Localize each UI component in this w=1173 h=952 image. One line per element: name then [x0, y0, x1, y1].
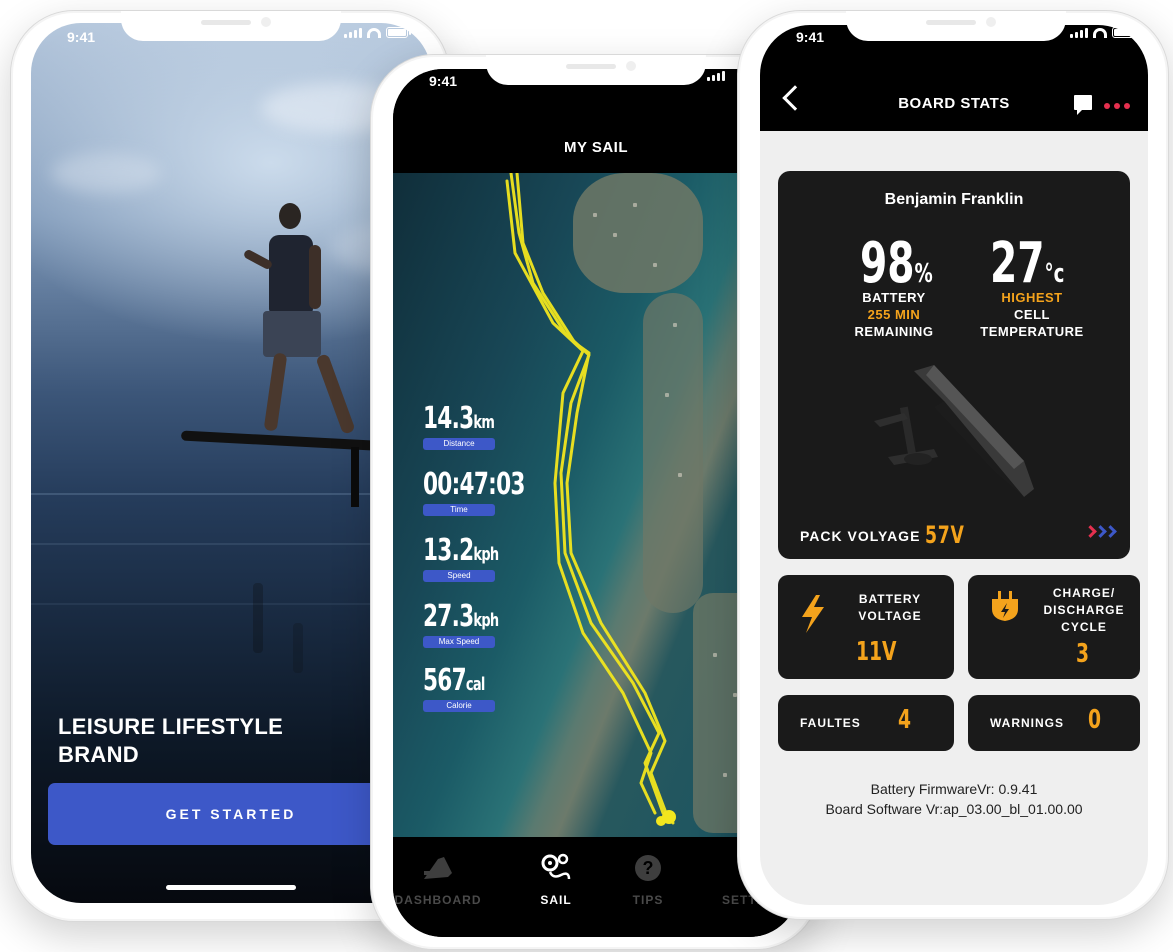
board-reflection — [253, 583, 263, 653]
stat-unit: kph — [473, 610, 499, 631]
more-menu-icon[interactable] — [1104, 103, 1130, 109]
home-indicator — [166, 885, 296, 890]
question-icon: ? — [603, 851, 693, 885]
signal-icon — [1070, 28, 1088, 38]
temperature-caption: HIGHEST CELL TEMPERATURE — [980, 290, 1084, 339]
battery-voltage-label: BATTERY VOLTAGE — [858, 592, 922, 623]
board-reflection — [293, 623, 303, 673]
stat-value: 14.3 — [423, 401, 474, 436]
plug-icon — [992, 591, 1018, 621]
battery-percent: 98% — [860, 231, 933, 296]
owner-name: Benjamin Franklin — [884, 191, 1024, 208]
warnings-card[interactable]: WARNINGS 0 — [968, 695, 1140, 751]
board-stats-screen: BOARD STATS Benjamin Franklin 98% BATTER… — [760, 25, 1148, 905]
cell-temperature: 27°c — [990, 231, 1065, 296]
signal-icon — [344, 28, 362, 38]
firmware-info: Battery FirmwareVr: 0.9.41 Board Softwar… — [825, 781, 1083, 817]
charge-cycle-value: 3 — [1076, 639, 1090, 669]
stat-value: 00:47:03 — [423, 467, 525, 502]
status-icons — [707, 71, 725, 81]
warnings-value: 0 — [1088, 705, 1102, 735]
stat-unit: kph — [473, 544, 499, 565]
board-stats-phone: BOARD STATS Benjamin Franklin 98% BATTER… — [737, 10, 1169, 920]
status-time: 9:41 — [429, 73, 458, 89]
battery-status-icon — [386, 27, 411, 38]
tab-label: DASHBOARD — [394, 893, 482, 907]
stat-value: 27.3 — [423, 599, 474, 634]
status-time: 9:41 — [67, 29, 96, 45]
route-pin-icon — [511, 851, 601, 885]
battery-caption: BATTERY 255 MIN REMAINING — [854, 290, 934, 339]
status-icons — [1070, 27, 1137, 38]
tab-sail[interactable]: SAIL — [511, 851, 601, 907]
tab-label: SAIL — [540, 893, 572, 907]
tab-label: TIPS — [632, 893, 664, 907]
pack-voltage: PACK VOLYAGE 57V — [800, 521, 965, 549]
stat-value: 13.2 — [423, 533, 474, 568]
battery-status-icon — [1112, 27, 1137, 38]
stat-time: 00:47:03 Time — [423, 467, 563, 516]
efoil-board-image — [874, 365, 1034, 497]
forward-arrows-icon[interactable] — [1084, 525, 1117, 538]
stat-distance: 14.3km Distance — [423, 401, 563, 450]
charge-cycle-card: CHARGE/ DISCHARGE CYCLE 3 — [968, 575, 1140, 679]
stat-label: Distance — [423, 438, 495, 450]
battery-voltage-value: 11V — [856, 637, 897, 667]
notch — [121, 11, 341, 41]
wifi-icon — [1093, 28, 1107, 38]
board-icon — [393, 851, 483, 885]
status-icons — [344, 27, 411, 38]
stat-label: Time — [423, 504, 495, 516]
tab-tips[interactable]: ? TIPS — [603, 851, 693, 907]
stat-speed: 13.2kph Speed — [423, 533, 563, 582]
status-time: 9:41 — [796, 29, 825, 45]
warnings-label: WARNINGS — [990, 716, 1064, 730]
stat-unit: cal — [465, 674, 485, 695]
faults-value: 4 — [898, 705, 912, 735]
stat-max-speed: 27.3kph Max Speed — [423, 599, 563, 648]
stat-unit: km — [473, 412, 495, 433]
notch — [486, 55, 706, 85]
brand-title: LEISURE LIFESTYLE BRAND — [58, 714, 284, 767]
notch — [846, 11, 1066, 41]
stat-label: Calorie — [423, 700, 495, 712]
signal-icon — [707, 71, 725, 81]
stat-label: Max Speed — [423, 636, 495, 648]
chat-icon[interactable] — [1074, 95, 1092, 115]
charge-cycle-label: CHARGE/ DISCHARGE CYCLE — [1043, 586, 1125, 634]
tab-dashboard[interactable]: DASHBOARD — [393, 851, 483, 907]
faults-card[interactable]: FAULTES 4 — [778, 695, 954, 751]
foil-mast — [351, 447, 359, 507]
stat-calorie: 567cal Calorie — [423, 663, 563, 712]
board-summary-card: Benjamin Franklin 98% BATTERY 255 MIN RE… — [778, 171, 1130, 559]
battery-voltage-card: BATTERY VOLTAGE 11V — [778, 575, 954, 679]
wifi-icon — [367, 28, 381, 38]
stat-value: 567 — [423, 663, 467, 698]
lightning-icon — [802, 595, 824, 633]
faults-label: FAULTES — [800, 716, 861, 730]
cloud — [51, 153, 161, 193]
get-started-button[interactable]: GET STARTED — [48, 783, 414, 845]
stat-label: Speed — [423, 570, 495, 582]
